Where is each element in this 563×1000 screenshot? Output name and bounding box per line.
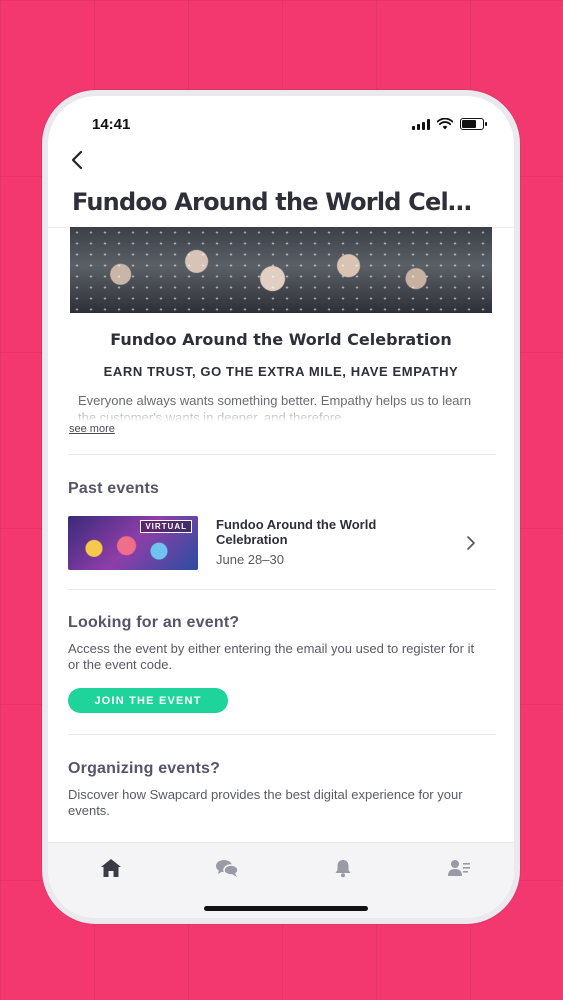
- home-indicator: [204, 906, 368, 911]
- section-divider: [68, 589, 496, 590]
- banner-confetti: [70, 227, 492, 313]
- tab-messages[interactable]: [212, 857, 242, 879]
- tab-contacts[interactable]: [444, 857, 474, 879]
- event-banner-image: [70, 227, 492, 313]
- event-description: Everyone always wants something better. …: [78, 393, 472, 422]
- organizing-events-title: Organizing events?: [68, 760, 221, 777]
- back-arrow-icon[interactable]: [66, 148, 90, 172]
- section-divider: [68, 734, 496, 735]
- virtual-badge: VIRTUAL: [140, 520, 192, 533]
- phone-frame: 14:41 Fundoo Around the World Cel… Fundo…: [42, 90, 520, 924]
- tab-home[interactable]: [96, 857, 126, 879]
- join-event-button[interactable]: JOIN THE EVENT: [68, 688, 228, 713]
- home-icon: [101, 859, 121, 877]
- battery-icon: [460, 118, 487, 130]
- status-icons: [412, 118, 487, 130]
- see-more-link[interactable]: see more: [69, 423, 115, 435]
- bell-icon: [335, 860, 351, 878]
- looking-for-event-title: Looking for an event?: [68, 614, 240, 631]
- chevron-right-icon: [467, 536, 475, 550]
- event-name: Fundoo Around the World Celebration: [110, 330, 452, 349]
- section-divider: [68, 454, 496, 455]
- looking-for-event-description: Access the event by either entering the …: [68, 641, 475, 672]
- past-event-date: June 28–30: [216, 552, 284, 567]
- chat-icon: [216, 860, 239, 877]
- bottom-tab-bar: [48, 842, 514, 918]
- past-event-card[interactable]: VIRTUAL Fundoo Around the World Celebrat…: [68, 516, 496, 572]
- past-events-title: Past events: [68, 480, 160, 497]
- tab-notifications[interactable]: [328, 857, 358, 879]
- status-bar: 14:41: [48, 96, 514, 142]
- past-event-thumbnail: VIRTUAL: [68, 516, 198, 570]
- signal-icon: [412, 118, 430, 130]
- status-time: 14:41: [92, 115, 131, 133]
- past-event-title: Fundoo Around the World Celebration: [216, 517, 377, 547]
- event-tagline: EARN TRUST, GO THE EXTRA MILE, HAVE EMPA…: [103, 364, 459, 379]
- organizing-events-description: Discover how Swapcard provides the best …: [68, 787, 463, 818]
- wifi-icon: [437, 118, 453, 130]
- page-title: Fundoo Around the World Cel…: [72, 188, 472, 216]
- contacts-icon: [448, 860, 470, 876]
